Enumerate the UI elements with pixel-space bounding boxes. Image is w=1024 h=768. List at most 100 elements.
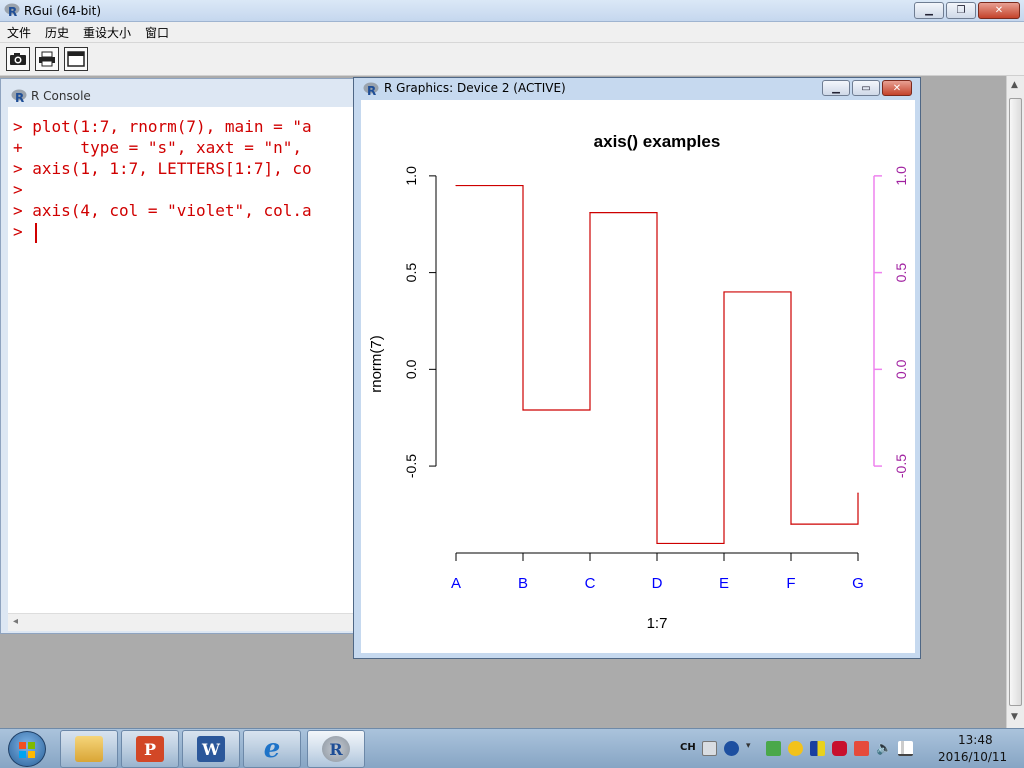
close-icon: ✕ — [994, 5, 1004, 16]
toolbar — [0, 42, 1024, 76]
close-button[interactable]: ✕ — [978, 2, 1020, 19]
data-point — [522, 409, 524, 411]
print-button[interactable] — [35, 47, 59, 71]
tray-expand-icon[interactable]: ▾ — [746, 741, 753, 756]
taskbar-rgui[interactable]: R — [307, 730, 365, 768]
bottom-axis-tick-label: G — [852, 575, 864, 592]
windows-logo-icon — [19, 742, 35, 758]
taskbar-powerpoint[interactable]: P — [121, 730, 179, 768]
svg-text:R: R — [367, 84, 376, 96]
bottom-axis-tick-label: F — [786, 575, 795, 592]
taskbar-internet-explorer[interactable]: e — [243, 730, 301, 768]
volume-icon[interactable]: 🔈 — [876, 741, 892, 756]
console-prompt: > — [13, 222, 23, 241]
window-title: RGui (64-bit) — [24, 4, 102, 18]
keyboard-icon[interactable] — [702, 741, 717, 756]
svg-text:R: R — [8, 5, 17, 17]
scrollbar-thumb[interactable] — [1009, 98, 1022, 706]
data-point — [656, 542, 658, 545]
step-plot: axis() examples 1:7 rnorm(7) -0.5 0.0 0.5 1.0 -… — [368, 132, 909, 632]
camera-icon — [10, 53, 26, 65]
r-console-window[interactable]: R R Console > plot(1:7, rnorm(7), main =… — [0, 78, 356, 634]
console-title-bar[interactable]: R R Console — [1, 79, 355, 107]
r-logo-icon: R — [322, 736, 350, 762]
internet-explorer-icon: e — [263, 734, 281, 764]
help-icon[interactable] — [724, 741, 739, 756]
right-axis-tick-label: 1.0 — [893, 166, 909, 186]
horizontal-scrollbar[interactable]: ◂ — [8, 613, 354, 631]
minimize-button[interactable]: ▁ — [914, 2, 944, 19]
console-title: R Console — [31, 89, 91, 103]
console-line: > — [13, 180, 23, 199]
scroll-left-icon[interactable]: ◂ — [13, 616, 18, 627]
bottom-axis-tick-label: A — [451, 575, 461, 592]
vertical-scrollbar[interactable]: ▲ ▼ — [1006, 76, 1024, 728]
security-icon[interactable] — [766, 741, 781, 756]
menu-history[interactable]: 历史 — [38, 22, 76, 42]
bottom-axis-tick-label: E — [719, 575, 729, 592]
console-window-icon — [67, 51, 85, 67]
graphics-maximize-button[interactable]: ▭ — [852, 80, 880, 96]
restore-button[interactable]: ❐ — [946, 2, 976, 19]
taskbar-explorer[interactable] — [60, 730, 118, 768]
close-icon: ✕ — [892, 82, 902, 94]
y-axis-label: rnorm(7) — [368, 335, 385, 393]
right-axis-tick-label: -0.5 — [893, 454, 909, 478]
step-series-line — [456, 184, 859, 545]
console-line: > axis(4, col = "violet", col.a — [13, 201, 312, 220]
console-button[interactable] — [64, 47, 88, 71]
copy-graphics-button[interactable] — [6, 47, 30, 71]
minimize-icon: ▁ — [832, 82, 840, 94]
rgui-window: R RGui (64-bit) ▁ ❐ ✕ 文件 历史 重设大小 窗口 ▲ ▼ … — [0, 0, 1024, 728]
usb-icon[interactable] — [854, 741, 869, 756]
messenger-icon[interactable] — [788, 741, 803, 756]
left-axis-tick-label: -0.5 — [403, 454, 419, 478]
text-cursor — [35, 223, 37, 243]
console-line: > plot(1:7, rnorm(7), main = "a — [13, 117, 312, 136]
system-tray: CH ▾ 🔈 13:48 2016/10/11 — [676, 729, 1024, 768]
language-indicator[interactable]: CH — [680, 742, 696, 753]
title-bar[interactable]: R RGui (64-bit) ▁ ❐ ✕ — [0, 0, 1024, 22]
data-point — [455, 184, 457, 187]
r-logo-icon: R — [11, 89, 27, 103]
clock-date[interactable]: 2016/10/11 — [938, 750, 1007, 764]
start-button[interactable] — [8, 731, 46, 767]
data-point — [790, 523, 792, 525]
left-axis-tick-label: 0.0 — [403, 359, 419, 379]
r-graphics-window[interactable]: R R Graphics: Device 2 (ACTIVE) ▁ ▭ ✕ ax… — [353, 77, 921, 659]
adobe-icon[interactable] — [832, 741, 847, 756]
svg-text:R: R — [15, 91, 24, 103]
app-tray-icon[interactable] — [810, 741, 825, 756]
maximize-icon: ▭ — [861, 82, 871, 94]
taskbar-word[interactable]: W — [182, 730, 240, 768]
r-logo-icon: R — [4, 3, 20, 17]
right-axis-tick-label: 0.0 — [893, 359, 909, 379]
graphics-title-bar[interactable]: R R Graphics: Device 2 (ACTIVE) ▁ ▭ ✕ — [354, 78, 920, 100]
graphics-close-button[interactable]: ✕ — [882, 80, 912, 96]
console-line: + type = "s", xaxt = "n", — [13, 138, 302, 157]
data-point — [589, 212, 591, 214]
bottom-axis-tick-label: D — [652, 575, 663, 592]
r-logo-icon: R — [363, 82, 379, 96]
data-point — [723, 291, 725, 293]
bottom-axis-tick-label: B — [518, 575, 528, 592]
printer-icon — [39, 51, 55, 67]
menu-resize[interactable]: 重设大小 — [76, 22, 138, 42]
taskbar: P W e R CH ▾ 🔈 13:48 2016/10/11 — [0, 728, 1024, 768]
plot-area[interactable]: axis() examples 1:7 rnorm(7) -0.5 0.0 0.5 1.0 -… — [361, 100, 915, 653]
folder-icon — [75, 736, 103, 762]
menu-windows[interactable]: 窗口 — [138, 22, 176, 42]
console-line: > axis(1, 1:7, LETTERS[1:7], co — [13, 159, 312, 178]
word-icon: W — [197, 736, 225, 762]
left-axis-tick-label: 1.0 — [403, 166, 419, 186]
menu-file[interactable]: 文件 — [0, 22, 38, 42]
clock-time[interactable]: 13:48 — [958, 733, 993, 747]
scroll-down-icon[interactable]: ▼ — [1011, 712, 1018, 722]
left-axis-tick-label: 0.5 — [403, 263, 419, 283]
right-axis-tick-label: 0.5 — [893, 263, 909, 283]
data-point — [857, 492, 859, 494]
console-output[interactable]: > plot(1:7, rnorm(7), main = "a + type =… — [8, 107, 354, 613]
scroll-up-icon[interactable]: ▲ — [1011, 80, 1018, 90]
network-icon[interactable] — [898, 741, 913, 756]
graphics-minimize-button[interactable]: ▁ — [822, 80, 850, 96]
